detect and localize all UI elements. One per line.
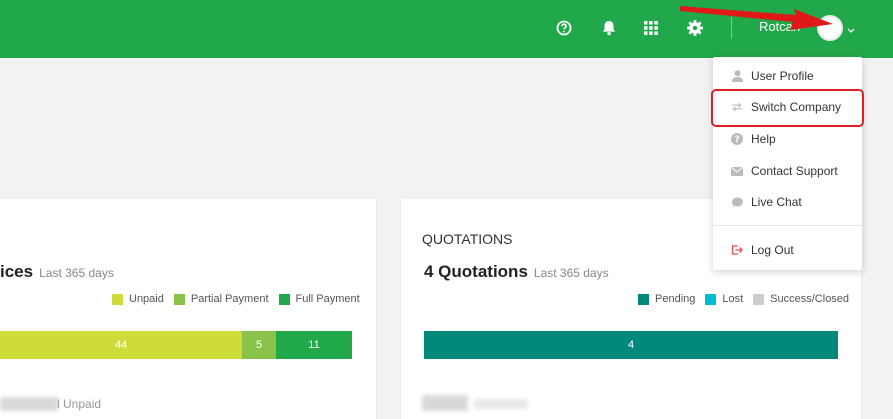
- quotations-heading: QUOTATIONS: [422, 231, 513, 247]
- chevron-down-icon[interactable]: [847, 21, 855, 39]
- bar-segment-unpaid[interactable]: 44: [0, 331, 242, 359]
- blurred-amount: [0, 397, 58, 411]
- logout-icon: [731, 244, 743, 256]
- invoices-card: ices Last 365 days Unpaid Partial Payment…: [0, 199, 376, 419]
- legend-partial-payment[interactable]: Partial Payment: [173, 293, 269, 305]
- annotation-highlight-box: [711, 89, 864, 127]
- menu-item-contact-support[interactable]: Contact Support: [713, 156, 862, 186]
- chat-icon: [731, 196, 743, 208]
- bar-segment-partial[interactable]: 5: [242, 331, 276, 359]
- legend-success-closed[interactable]: Success/Closed: [753, 293, 849, 305]
- menu-item-user-profile[interactable]: User Profile: [713, 61, 862, 91]
- menu-item-log-out[interactable]: Log Out: [713, 235, 862, 265]
- blurred-amount: [422, 395, 468, 411]
- bar-segment-full[interactable]: 11: [276, 331, 352, 359]
- annotation-arrow-icon: [680, 6, 833, 30]
- quotations-title: 4 Quotations Last 365 days: [424, 262, 609, 281]
- unpaid-label: l Unpaid: [57, 397, 102, 411]
- invoices-legend: Unpaid Partial Payment Full Payment: [112, 293, 360, 305]
- menu-item-help[interactable]: ? Help: [713, 124, 862, 154]
- bar-segment-pending[interactable]: 4: [424, 331, 838, 359]
- help-icon: ?: [731, 133, 743, 145]
- invoices-title: ices Last 365 days: [0, 262, 114, 281]
- legend-full-payment[interactable]: Full Payment: [278, 293, 360, 305]
- help-icon[interactable]: [553, 17, 575, 39]
- invoices-subtitle: Last 365 days: [39, 266, 114, 280]
- svg-text:?: ?: [734, 135, 739, 145]
- legend-unpaid[interactable]: Unpaid: [112, 293, 164, 305]
- apps-grid-icon[interactable]: [640, 17, 662, 39]
- quotations-subtitle: Last 365 days: [533, 266, 609, 280]
- blurred-label: [474, 399, 528, 409]
- user-icon: [731, 70, 743, 82]
- envelope-icon: [731, 165, 743, 177]
- bell-icon[interactable]: [598, 17, 620, 39]
- quotations-legend: Pending Lost Success/Closed: [638, 293, 849, 305]
- quotations-bar: 4: [424, 331, 838, 359]
- legend-lost[interactable]: Lost: [705, 293, 743, 305]
- menu-item-live-chat[interactable]: Live Chat: [713, 187, 862, 217]
- invoices-bar: 44 5 11: [0, 331, 352, 359]
- legend-pending[interactable]: Pending: [638, 293, 695, 305]
- menu-divider: [713, 225, 862, 226]
